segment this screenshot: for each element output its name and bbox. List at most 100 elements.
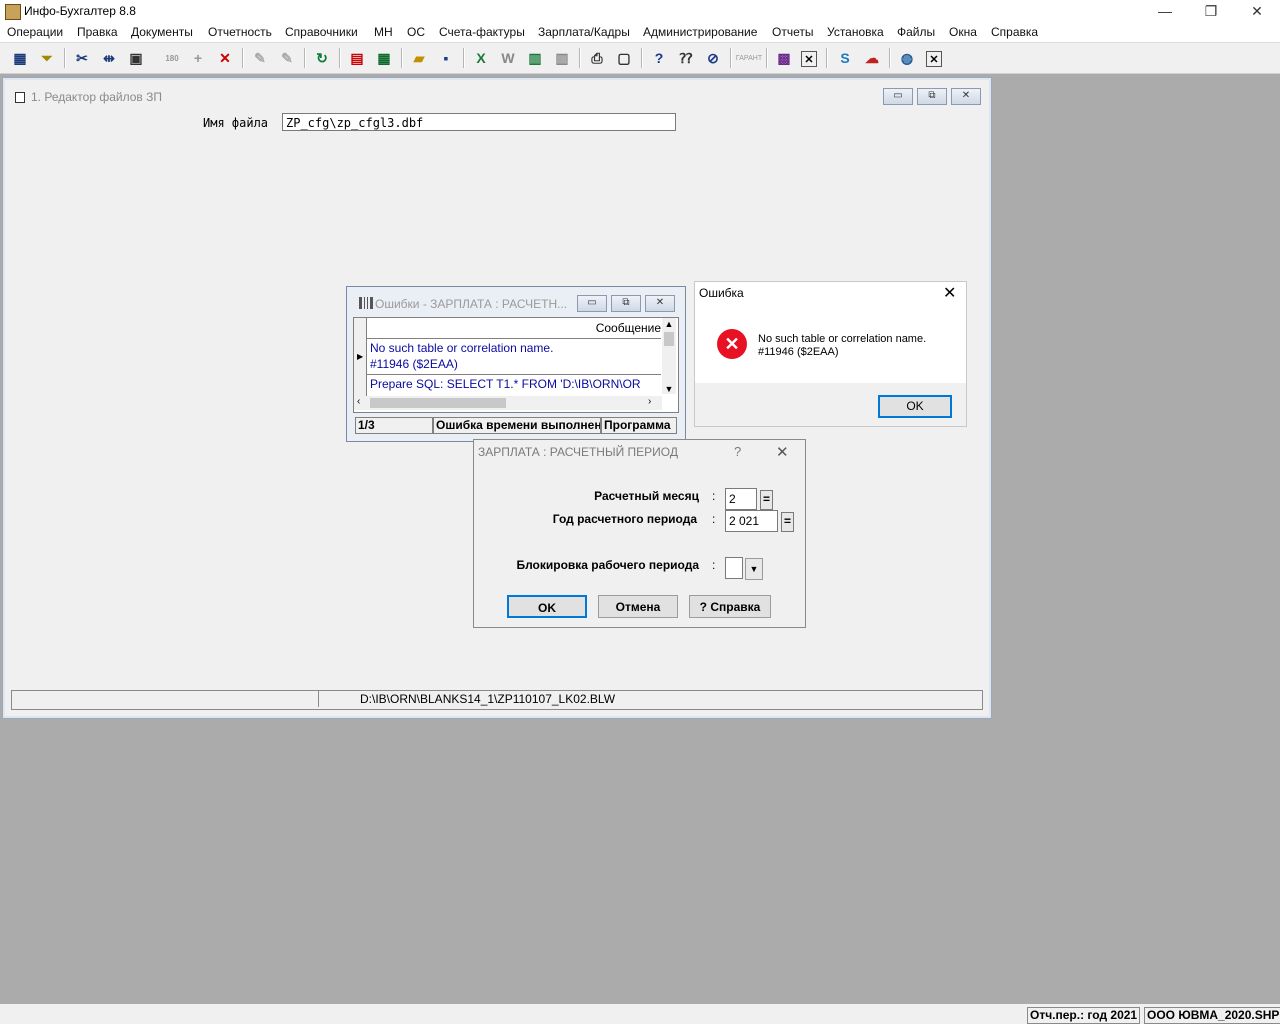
menu-windows[interactable]: Окна	[949, 25, 977, 39]
year-colon: :	[712, 512, 716, 526]
chevron-down-icon[interactable]: ▼	[745, 558, 763, 580]
period-help-button[interactable]: ?	[734, 444, 741, 459]
year-picker-button[interactable]: =	[781, 512, 794, 532]
word-icon[interactable]: W	[498, 48, 518, 68]
error-source: Программа	[601, 417, 677, 434]
period-cancel-button[interactable]: Отмена	[598, 595, 678, 618]
restore-button[interactable]: ❐	[1188, 0, 1234, 22]
export-icon[interactable]: ▥	[525, 48, 545, 68]
month-input[interactable]: 2	[725, 488, 757, 510]
delete-icon[interactable]: ✕	[215, 48, 235, 68]
message-box-title: Ошибка	[699, 286, 744, 300]
month-picker-button[interactable]: =	[760, 490, 773, 510]
error-row-2[interactable]: Prepare SQL: SELECT T1.* FROM 'D:\IB\ORN…	[370, 376, 660, 392]
menu-reports[interactable]: Отчеты	[772, 25, 813, 39]
rotate-icon[interactable]: 180	[162, 48, 182, 68]
lock-select[interactable]	[725, 557, 743, 579]
horizontal-scrollbar[interactable]: ‹ ›	[354, 396, 662, 410]
editor-minimize-button[interactable]: ▭	[883, 88, 913, 105]
month-label: Расчетный месяц	[594, 489, 699, 503]
import-icon[interactable]: ▥	[552, 48, 572, 68]
skype-icon[interactable]: S	[835, 48, 855, 68]
menu-bar: Операции Правка Документы Отчетность Спр…	[0, 22, 1280, 43]
context-help-icon[interactable]: ⁇	[676, 48, 696, 68]
status-period: Отч.пер.: год 2021	[1027, 1007, 1141, 1024]
menu-help[interactable]: Справка	[991, 25, 1038, 39]
refresh-icon[interactable]: ↻	[312, 48, 332, 68]
lock-label: Блокировка рабочего периода	[516, 558, 699, 572]
pen-icon[interactable]: ✎	[250, 48, 270, 68]
error-type: Ошибка времени выполнен	[433, 417, 601, 434]
menu-administration[interactable]: Администрирование	[643, 25, 757, 39]
column-header-message[interactable]: Сообщение	[367, 318, 661, 339]
preview-icon[interactable]: ▢	[614, 48, 634, 68]
minimize-button[interactable]: —	[1142, 0, 1188, 22]
error-row-1-line1: No such table or correlation name.	[370, 341, 554, 355]
menu-invoices[interactable]: Счета-фактуры	[439, 25, 525, 39]
period-ok-button[interactable]: OK	[507, 595, 587, 618]
filename-label: Имя файла	[203, 116, 269, 130]
calculator-icon[interactable]: ▦	[374, 48, 394, 68]
filter-icon[interactable]: ⏷	[37, 48, 57, 68]
message-box-ok-button[interactable]: OK	[878, 395, 952, 418]
menu-edit[interactable]: Правка	[77, 25, 118, 39]
cut-icon[interactable]: ✂	[72, 48, 92, 68]
menu-mn[interactable]: МН	[374, 25, 393, 39]
film-icon[interactable]: ▩	[774, 48, 794, 68]
scroll-up-icon[interactable]: ▲	[662, 318, 676, 330]
error-message-box: Ошибка ✕ ✕ No such table or correlation …	[694, 281, 967, 427]
pen-sheet-icon[interactable]: ✎	[277, 48, 297, 68]
scroll-left-icon[interactable]: ‹	[357, 396, 360, 407]
plus-icon[interactable]: +	[188, 48, 208, 68]
window-doc-icon	[15, 92, 25, 103]
year-input[interactable]: 2 021	[725, 510, 778, 532]
status-organization: ООО ЮВМА_2020.SHP	[1144, 1007, 1280, 1024]
errors-window: Ошибки - ЗАРПЛАТА : РАСЧЕТН... ▭ ⧉ ✕ ▶ С…	[346, 286, 686, 442]
errors-grid: ▶ Сообщение No such table or correlation…	[353, 317, 679, 413]
errors-minimize-button[interactable]: ▭	[577, 295, 607, 312]
message-line-1: No such table or correlation name.	[758, 333, 927, 345]
editor-title-text: 1. Редактор файлов ЗП	[31, 90, 162, 104]
paste-icon[interactable]: ▣	[126, 48, 146, 68]
app-logo-icon	[5, 4, 21, 20]
scroll-thumb-vertical[interactable]	[664, 332, 674, 346]
grid-icon[interactable]: ▦	[10, 48, 30, 68]
print-icon[interactable]: ⎙	[587, 48, 607, 68]
close-icon[interactable]: ✕	[801, 51, 817, 67]
grid-window-icon	[359, 297, 373, 309]
close-button[interactable]: ✕	[1234, 0, 1280, 22]
menu-documents[interactable]: Документы	[131, 25, 193, 39]
menu-references[interactable]: Справочники	[285, 25, 358, 39]
message-box-close-button[interactable]: ✕	[943, 283, 956, 303]
period-help-action-button[interactable]: ? Справка	[689, 595, 771, 618]
scroll-right-icon[interactable]: ›	[648, 396, 651, 407]
scroll-down-icon[interactable]: ▼	[662, 384, 676, 394]
period-dialog: ЗАРПЛАТА : РАСЧЕТНЫЙ ПЕРИОД ? ✕ Расчетны…	[473, 439, 806, 628]
period-close-button[interactable]: ✕	[776, 443, 789, 461]
report-icon[interactable]: ▤	[347, 48, 367, 68]
split-icon[interactable]: ⇹	[99, 48, 119, 68]
menu-os[interactable]: ОС	[407, 25, 425, 39]
help-icon[interactable]: ?	[649, 48, 669, 68]
compass-icon[interactable]: ⊘	[703, 48, 723, 68]
errors-close-button[interactable]: ✕	[645, 295, 675, 312]
menu-settings[interactable]: Установка	[827, 25, 884, 39]
menu-reporting[interactable]: Отчетность	[208, 25, 272, 39]
garant-icon[interactable]: ГАРАНТ	[736, 48, 762, 68]
save-icon[interactable]: ▪	[436, 48, 456, 68]
scroll-thumb-horizontal[interactable]	[370, 398, 506, 408]
error-row-1[interactable]: No such table or correlation name. #1194…	[370, 340, 553, 372]
menu-files[interactable]: Файлы	[897, 25, 935, 39]
editor-close-button[interactable]: ✕	[951, 88, 981, 105]
errors-restore-button[interactable]: ⧉	[611, 295, 641, 312]
filename-input[interactable]: ZP_cfg\zp_cfgl3.dbf	[282, 113, 676, 131]
chat-icon[interactable]: ☁	[862, 48, 882, 68]
globe-icon[interactable]: ◍	[897, 48, 917, 68]
excel-icon[interactable]: X	[471, 48, 491, 68]
close-icon-2[interactable]: ✕	[926, 51, 942, 67]
open-folder-icon[interactable]: ▰	[409, 48, 429, 68]
vertical-scrollbar[interactable]: ▲ ▼	[662, 318, 676, 394]
editor-restore-button[interactable]: ⧉	[917, 88, 947, 105]
menu-salary[interactable]: Зарплата/Кадры	[538, 25, 630, 39]
menu-operations[interactable]: Операции	[7, 25, 63, 39]
